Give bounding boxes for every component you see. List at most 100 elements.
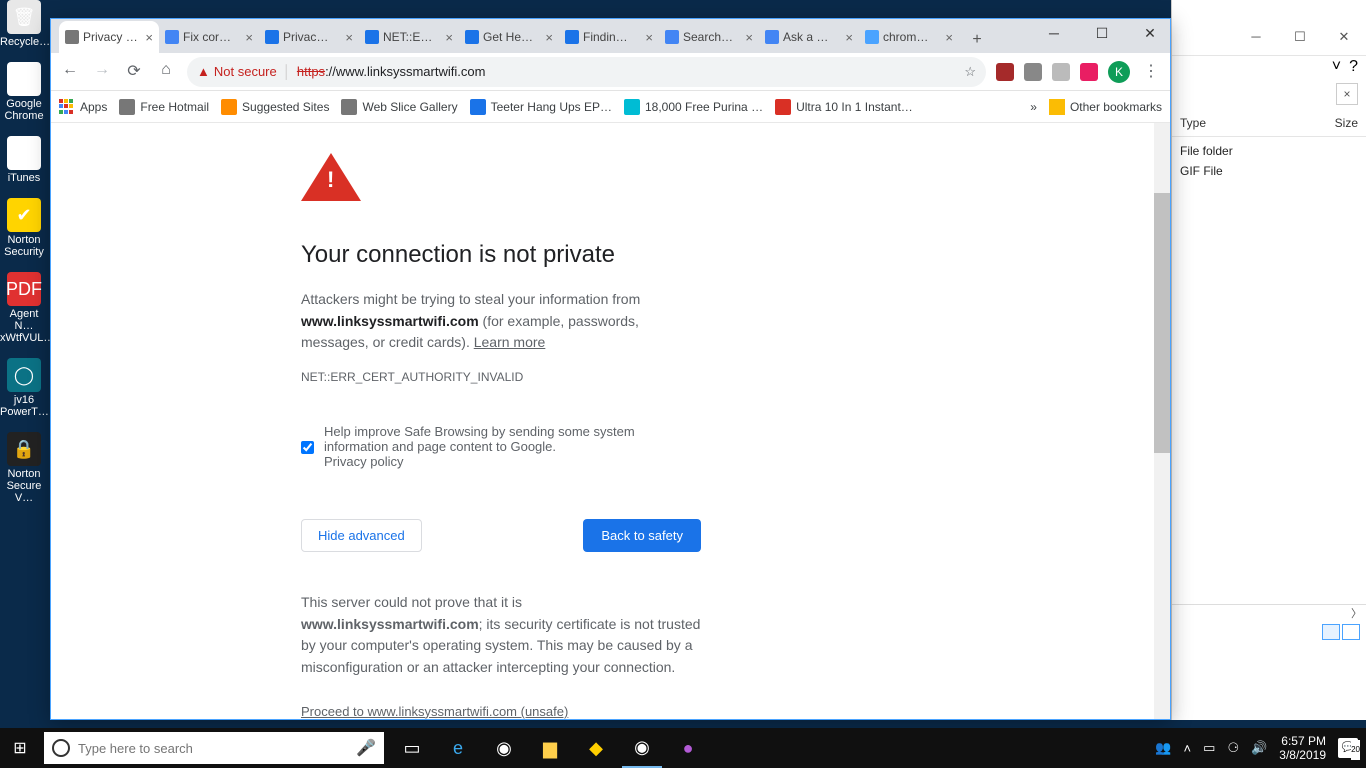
tab-close-icon[interactable]: ×: [345, 30, 353, 45]
reload-button[interactable]: ⟳: [123, 61, 145, 83]
taskview-icon[interactable]: ▭: [392, 728, 432, 768]
ext4-icon[interactable]: [1080, 63, 1098, 81]
back-button[interactable]: ←: [59, 61, 81, 83]
explorer-close[interactable]: ✕: [1330, 29, 1358, 51]
chrome-running-icon[interactable]: ◉: [622, 728, 662, 768]
taskbar-search-input[interactable]: [78, 741, 348, 756]
edge-icon[interactable]: e: [438, 728, 478, 768]
explorer-minimize[interactable]: ─: [1242, 29, 1270, 51]
explorer-row[interactable]: File folder: [1180, 141, 1358, 161]
bookmark-item[interactable]: Teeter Hang Ups EP…: [470, 99, 612, 115]
tab-title: Privacy err…: [83, 30, 141, 44]
explorer-help-icon[interactable]: ?: [1349, 58, 1358, 76]
tab-close-icon[interactable]: ×: [145, 30, 153, 45]
taskbar-search[interactable]: 🎤: [44, 732, 384, 764]
desktop-icon[interactable]: ♪iTunes: [0, 136, 48, 184]
hide-advanced-button[interactable]: Hide advanced: [301, 519, 422, 552]
bookmark-label: Ultra 10 In 1 Instant…: [796, 100, 913, 114]
browser-tab[interactable]: Fix cor…×: [159, 21, 259, 53]
star-icon[interactable]: ☆: [964, 64, 976, 80]
advanced-detail: This server could not prove that it is w…: [301, 592, 701, 679]
explorer-column-headers[interactable]: Type Size: [1172, 110, 1366, 137]
chrome-close[interactable]: ✕: [1136, 25, 1164, 42]
bookmark-label: Free Hotmail: [140, 100, 209, 114]
col-size[interactable]: Size: [1335, 116, 1358, 130]
col-type[interactable]: Type: [1180, 116, 1335, 130]
browser-tab[interactable]: Privacy err… ×: [59, 21, 159, 53]
tab-close-icon[interactable]: ×: [745, 30, 753, 45]
app7-icon[interactable]: ●: [668, 728, 708, 768]
explorer-view-large-icon[interactable]: [1342, 624, 1360, 640]
people-icon[interactable]: 👥: [1155, 740, 1171, 756]
optin-checkbox[interactable]: [301, 426, 314, 469]
new-tab-button[interactable]: +: [963, 25, 991, 53]
action-center-icon[interactable]: 💬: [1338, 738, 1358, 758]
chrome-menu-icon[interactable]: ⋮: [1140, 61, 1162, 83]
tab-close-icon[interactable]: ×: [845, 30, 853, 45]
browser-tab[interactable]: Findin…×: [559, 21, 659, 53]
explorer-clear-icon[interactable]: ×: [1336, 83, 1358, 105]
learn-more-link[interactable]: Learn more: [474, 334, 546, 350]
file-explorer-window: ─ ☐ ✕ ˅ ? × Type Size File folderGIF Fil…: [1171, 0, 1366, 720]
home-button[interactable]: ⌂: [155, 61, 177, 83]
mic-icon[interactable]: 🎤: [356, 738, 376, 758]
explorer-row[interactable]: GIF File: [1180, 161, 1358, 181]
desktop-icon[interactable]: ◯jv16 PowerT…: [0, 358, 48, 418]
chrome-taskbar-icon[interactable]: ◉: [484, 728, 524, 768]
browser-tab[interactable]: Privac…×: [259, 21, 359, 53]
taskbar-clock[interactable]: 6:57 PM3/8/2019: [1279, 734, 1326, 763]
chrome-toolbar: ← → ⟳ ⌂ ▲ Not secure │ https://www.links…: [51, 53, 1170, 91]
tray-chevron-icon[interactable]: ˄: [1184, 741, 1192, 756]
back-to-safety-button[interactable]: Back to safety: [583, 519, 701, 552]
desktop-icon[interactable]: ◐Google Chrome: [0, 62, 48, 122]
desktop-icon[interactable]: 🔒Norton Secure V…: [0, 432, 48, 504]
wifi-icon[interactable]: ⚆: [1227, 740, 1239, 756]
desktop-icon[interactable]: 🗑Recycle…: [0, 0, 48, 48]
proceed-unsafe-link[interactable]: Proceed to www.linksyssmartwifi.com (uns…: [301, 704, 568, 719]
apps-shortcut[interactable]: Apps: [59, 99, 107, 115]
vertical-scrollbar[interactable]: [1154, 123, 1170, 719]
bookmarks-overflow[interactable]: »: [1030, 100, 1037, 114]
tab-close-icon[interactable]: ×: [445, 30, 453, 45]
explorer-hscroll[interactable]: 〉: [1172, 604, 1366, 620]
tab-close-icon[interactable]: ×: [245, 30, 253, 45]
scrollbar-thumb[interactable]: [1154, 193, 1170, 453]
bookmark-item[interactable]: Free Hotmail: [119, 99, 209, 115]
forward-button[interactable]: →: [91, 61, 113, 83]
tab-close-icon[interactable]: ×: [645, 30, 653, 45]
desktop-icon[interactable]: ✔Norton Security: [0, 198, 48, 258]
browser-tab[interactable]: chrom…×: [859, 21, 959, 53]
file-explorer-icon[interactable]: ▆: [530, 728, 570, 768]
help-ext-icon[interactable]: [1024, 63, 1042, 81]
profile-avatar[interactable]: K: [1108, 61, 1130, 83]
volume-icon[interactable]: 🔊: [1251, 740, 1267, 756]
omnibox[interactable]: ▲ Not secure │ https://www.linksyssmartw…: [187, 57, 986, 87]
bookmark-item[interactable]: 18,000 Free Purina …: [624, 99, 763, 115]
explorer-chevron-icon[interactable]: ˅: [1332, 58, 1341, 76]
battery-icon[interactable]: ▭: [1203, 740, 1215, 756]
tab-close-icon[interactable]: ×: [545, 30, 553, 45]
pdf-ext-icon[interactable]: [996, 63, 1014, 81]
privacy-policy-link[interactable]: Privacy policy: [324, 454, 403, 469]
desktop-icon[interactable]: PDFAgent N… xWtfVUL…: [0, 272, 48, 344]
tab-close-icon[interactable]: ×: [945, 30, 953, 45]
browser-tab[interactable]: Get He…×: [459, 21, 559, 53]
not-secure-chip[interactable]: ▲ Not secure: [197, 64, 277, 79]
browser-tab[interactable]: Ask a …×: [759, 21, 859, 53]
browser-tab[interactable]: Search…×: [659, 21, 759, 53]
bookmark-item[interactable]: Ultra 10 In 1 Instant…: [775, 99, 913, 115]
bookmark-item[interactable]: Web Slice Gallery: [341, 99, 457, 115]
chrome-maximize[interactable]: ☐: [1088, 25, 1116, 42]
taskbar-apps: ▭ e ◉ ▆ ◆ ◉ ●: [392, 728, 708, 768]
folder-icon: [1049, 99, 1065, 115]
bookmark-label: Web Slice Gallery: [362, 100, 457, 114]
explorer-view-details-icon[interactable]: [1322, 624, 1340, 640]
norton-icon[interactable]: ◆: [576, 728, 616, 768]
other-bookmarks[interactable]: Other bookmarks: [1049, 99, 1162, 115]
start-button[interactable]: ⊞: [0, 738, 40, 758]
chrome-minimize[interactable]: ─: [1040, 25, 1068, 42]
ext3-icon[interactable]: [1052, 63, 1070, 81]
explorer-maximize[interactable]: ☐: [1286, 29, 1314, 51]
bookmark-item[interactable]: Suggested Sites: [221, 99, 329, 115]
browser-tab[interactable]: NET::E…×: [359, 21, 459, 53]
